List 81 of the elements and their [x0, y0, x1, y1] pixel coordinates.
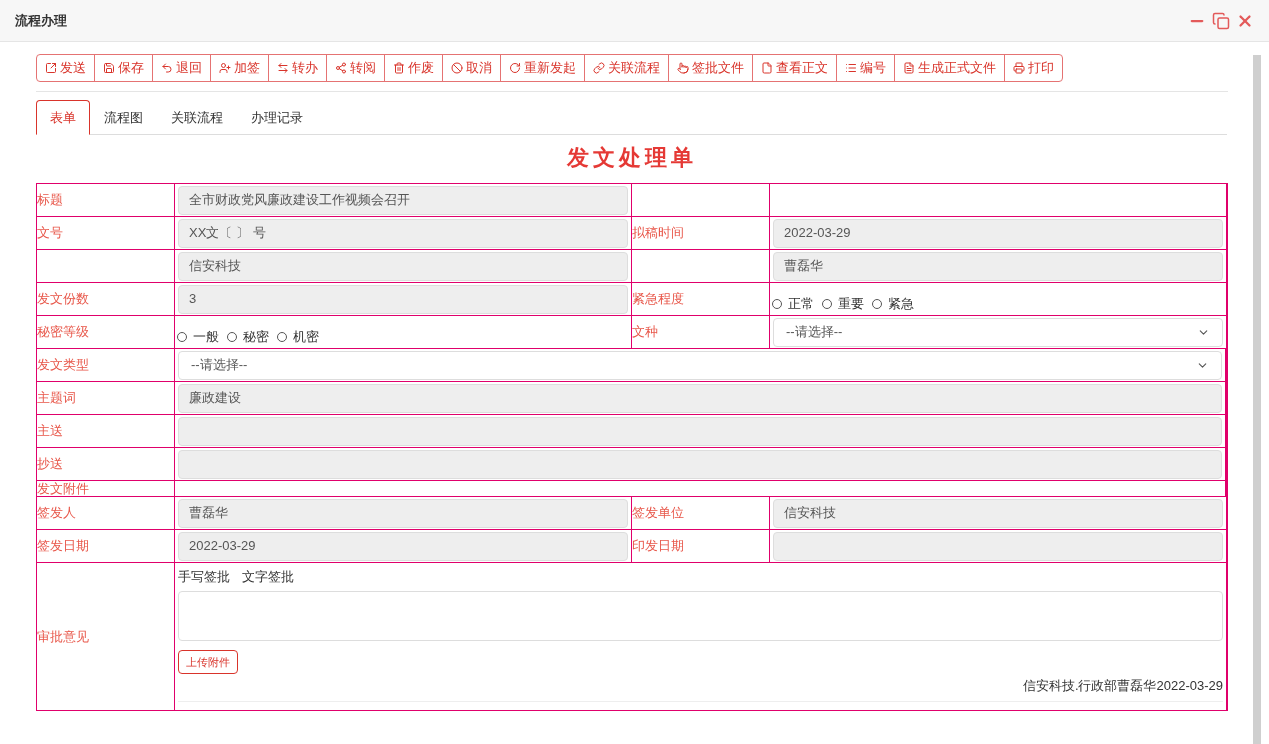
text-field[interactable]: 信安科技 — [773, 498, 1223, 528]
file-icon — [761, 62, 773, 74]
share-nodes-icon — [335, 62, 347, 74]
field-label: 抄送 — [37, 455, 63, 474]
scrollbar[interactable] — [1253, 55, 1261, 744]
toolbar-button[interactable]: 退回 — [152, 55, 210, 81]
radio-option[interactable]: 重要 — [822, 294, 864, 314]
text-field[interactable]: 2022-03-29 — [178, 531, 628, 561]
field-label: 主题词 — [37, 389, 76, 408]
field-label: 紧急程度 — [632, 290, 684, 309]
toolbar-button[interactable]: 编号 — [836, 55, 894, 81]
text-field[interactable] — [773, 531, 1223, 561]
field-label: 标题 — [37, 191, 63, 210]
printer-icon — [1013, 62, 1025, 74]
approval-mode-link[interactable]: 手写签批 — [178, 567, 230, 587]
restore-icon[interactable] — [1212, 11, 1230, 30]
field-label: 文种 — [632, 323, 658, 342]
field-label: 签发单位 — [632, 504, 684, 523]
field-label: 主送 — [37, 422, 63, 441]
list-icon — [845, 62, 857, 74]
toolbar-button[interactable]: 签批文件 — [668, 55, 752, 81]
field-label: 印发日期 — [632, 537, 684, 556]
radio-option[interactable]: 紧急 — [872, 294, 914, 314]
toolbar-button[interactable]: 关联流程 — [584, 55, 668, 81]
return-arrow-icon — [161, 62, 173, 74]
field-label: 发文附件 — [37, 479, 89, 498]
field-label: 签发人 — [37, 504, 76, 523]
field-label: 签发日期 — [37, 537, 89, 556]
toolbar-button[interactable]: 加签 — [210, 55, 268, 81]
select-field[interactable]: --请选择-- — [178, 350, 1222, 380]
text-field[interactable]: 3 — [178, 284, 628, 314]
field-label: 拟稿时间 — [632, 224, 684, 243]
radio-option[interactable]: 一般 — [177, 327, 219, 347]
field-label: 文号 — [37, 224, 63, 243]
swap-arrows-icon — [277, 62, 289, 74]
text-field[interactable] — [178, 416, 1222, 446]
text-field[interactable]: 廉政建设 — [178, 383, 1222, 413]
signature-text: 信安科技.行政部曹磊华2022-03-29 — [1022, 676, 1223, 695]
hand-pointer-icon — [677, 62, 689, 74]
text-field[interactable]: 曹磊华 — [178, 498, 628, 528]
window-title: 流程办理 — [15, 11, 67, 30]
toolbar-button[interactable]: 转阅 — [326, 55, 384, 81]
upload-attachment-button[interactable]: 上传附件 — [178, 649, 238, 674]
text-field[interactable] — [178, 449, 1222, 479]
trash-icon — [393, 62, 405, 74]
tab[interactable]: 表单 — [36, 100, 90, 135]
radio-option[interactable]: 正常 — [772, 294, 814, 314]
document-icon — [903, 62, 915, 74]
text-field[interactable]: 信安科技 — [178, 251, 628, 281]
share-icon — [45, 62, 57, 74]
text-field[interactable]: 曹磊华 — [773, 251, 1223, 281]
user-plus-icon — [219, 62, 231, 74]
save-icon — [103, 62, 115, 74]
toolbar-button[interactable]: 打印 — [1004, 55, 1062, 81]
field-label: 秘密等级 — [37, 323, 89, 342]
comment-textarea[interactable] — [178, 590, 1223, 641]
toolbar-button[interactable]: 重新发起 — [500, 55, 584, 81]
approval-mode-link[interactable]: 文字签批 — [242, 567, 294, 587]
tab[interactable]: 办理记录 — [237, 100, 317, 135]
field-label: 审批意见 — [37, 627, 89, 646]
tab[interactable]: 流程图 — [90, 100, 157, 135]
toolbar-button[interactable]: 取消 — [442, 55, 500, 81]
refresh-icon — [509, 62, 521, 74]
form-heading: 发文处理单 — [566, 144, 697, 172]
toolbar-button[interactable]: 转办 — [268, 55, 326, 81]
toolbar-button[interactable]: 生成正式文件 — [894, 55, 1004, 81]
radio-option[interactable]: 机密 — [277, 327, 319, 347]
toolbar-button[interactable]: 发送 — [37, 55, 94, 81]
tab[interactable]: 关联流程 — [157, 100, 237, 135]
field-label: 发文类型 — [37, 356, 89, 375]
ban-icon — [451, 62, 463, 74]
text-field[interactable]: XX文〔 〕 号 — [178, 218, 628, 248]
text-field[interactable]: 全市财政党风廉政建设工作视频会召开 — [178, 185, 628, 215]
field-label: 发文份数 — [37, 290, 89, 309]
toolbar-button[interactable]: 作废 — [384, 55, 442, 81]
toolbar-button[interactable]: 查看正文 — [752, 55, 836, 81]
text-field[interactable]: 2022-03-29 — [773, 218, 1223, 248]
radio-option[interactable]: 秘密 — [227, 327, 269, 347]
link-icon — [593, 62, 605, 74]
toolbar-button[interactable]: 保存 — [94, 55, 152, 81]
select-field[interactable]: --请选择-- — [773, 317, 1223, 347]
